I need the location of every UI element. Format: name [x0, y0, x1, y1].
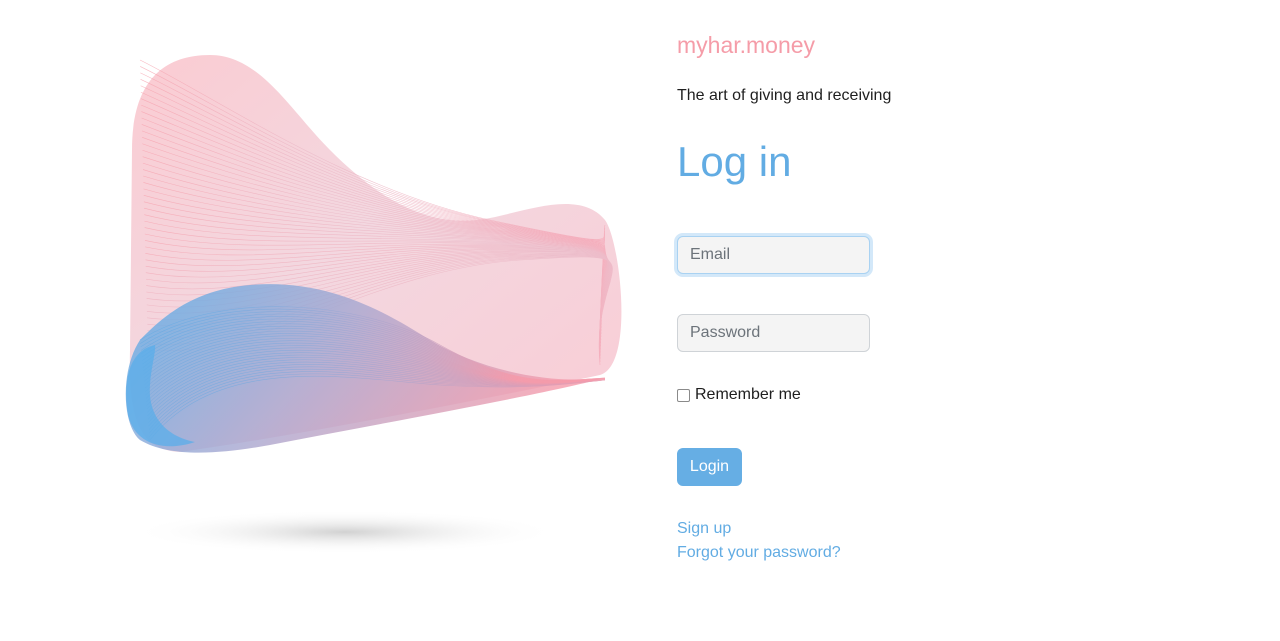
forgot-password-link[interactable]: Forgot your password?	[677, 544, 841, 562]
email-field[interactable]	[677, 236, 870, 274]
login-page: myhar.money The art of giving and receiv…	[0, 0, 1280, 641]
page-title: Log in	[677, 138, 792, 185]
brand-tagline: The art of giving and receiving	[677, 87, 892, 104]
brand-name: myhar.money	[677, 32, 816, 58]
wave-ribbon-illustration	[100, 40, 640, 570]
remember-me-checkbox[interactable]	[677, 389, 690, 402]
password-field[interactable]	[677, 314, 870, 352]
signup-link[interactable]: Sign up	[677, 520, 731, 538]
wave-ribbon-graphic	[125, 55, 622, 554]
login-button[interactable]: Login	[677, 448, 742, 486]
remember-me-label[interactable]: Remember me	[695, 386, 801, 404]
remember-me-row[interactable]: Remember me	[677, 386, 801, 404]
illustration-shadow	[130, 510, 560, 554]
